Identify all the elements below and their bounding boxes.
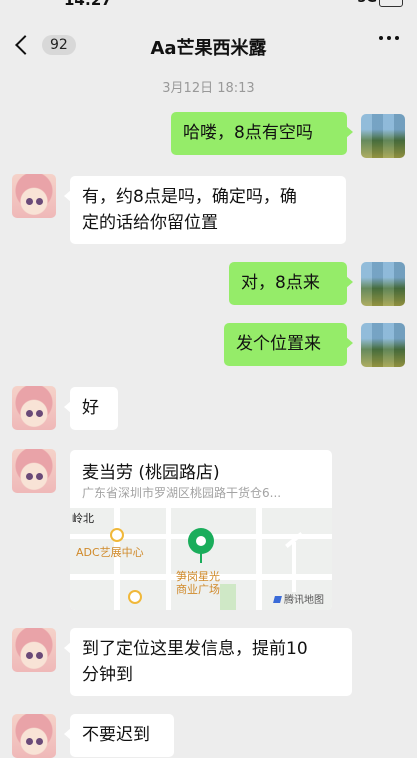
message-bubble-self[interactable]: 哈喽，8点有空吗 bbox=[171, 112, 353, 155]
map-road bbox=[292, 542, 296, 592]
location-name: 麦当劳 (桃园路店) bbox=[82, 463, 220, 483]
self-avatar[interactable] bbox=[361, 323, 405, 367]
chat-header: 92 Aa芒果西米露 bbox=[0, 18, 417, 74]
contact-avatar[interactable] bbox=[12, 628, 56, 672]
message-bubble-self[interactable]: 发个位置来 bbox=[224, 323, 353, 366]
map-road bbox=[166, 508, 171, 610]
more-dot-icon bbox=[379, 36, 383, 40]
location-pin-icon bbox=[188, 528, 214, 563]
map-park bbox=[220, 584, 236, 610]
status-bar: 14:27 5G bbox=[0, 0, 417, 10]
message-bubble-other[interactable]: 好 bbox=[64, 387, 118, 430]
location-card[interactable]: 麦当劳 (桃园路店) 广东省深圳市罗湖区桃园路干货仓6... 岭北 ADC艺展中… bbox=[70, 450, 332, 610]
map-road bbox=[256, 508, 262, 610]
contact-avatar[interactable] bbox=[12, 174, 56, 218]
message-bubble-other[interactable]: 有，约8点是吗，确定吗，确 定的话给你留位置 bbox=[64, 176, 346, 244]
map-provider-logo: 腾讯地图 bbox=[273, 591, 324, 606]
message-timestamp: 3月12日 18:13 bbox=[162, 81, 255, 96]
map-provider-label: 腾讯地图 bbox=[284, 595, 324, 606]
battery-icon bbox=[379, 0, 403, 7]
location-address: 广东省深圳市罗湖区桃园路干货仓6... bbox=[82, 486, 282, 500]
chat-title: Aa芒果西米露 bbox=[150, 38, 267, 59]
more-dot-icon bbox=[387, 36, 391, 40]
map-label: 商业广场 bbox=[176, 583, 220, 596]
self-avatar[interactable] bbox=[361, 262, 405, 306]
message-bubble-other[interactable]: 到了定位这里发信息，提前10 分钟到 bbox=[64, 628, 352, 696]
contact-avatar[interactable] bbox=[12, 386, 56, 430]
message-bubble-self[interactable]: 对，8点来 bbox=[229, 262, 353, 305]
map-preview[interactable]: 岭北 ADC艺展中心 笋岗星光 商业广场 腾讯地图 bbox=[70, 508, 332, 610]
more-dot-icon bbox=[395, 36, 399, 40]
map-label: ADC艺展中心 bbox=[76, 546, 144, 559]
map-label: 岭北 bbox=[72, 512, 94, 525]
tencent-map-icon bbox=[273, 596, 282, 603]
map-poi-icon bbox=[110, 528, 124, 542]
self-avatar[interactable] bbox=[361, 114, 405, 158]
contact-avatar[interactable] bbox=[12, 449, 56, 493]
contact-avatar[interactable] bbox=[12, 714, 56, 758]
status-time: 14:27 bbox=[64, 0, 112, 9]
more-button[interactable] bbox=[379, 36, 399, 40]
map-poi-icon bbox=[128, 590, 142, 604]
message-bubble-other[interactable]: 不要迟到 bbox=[64, 714, 174, 757]
signal-indicator: 5G bbox=[357, 0, 377, 6]
